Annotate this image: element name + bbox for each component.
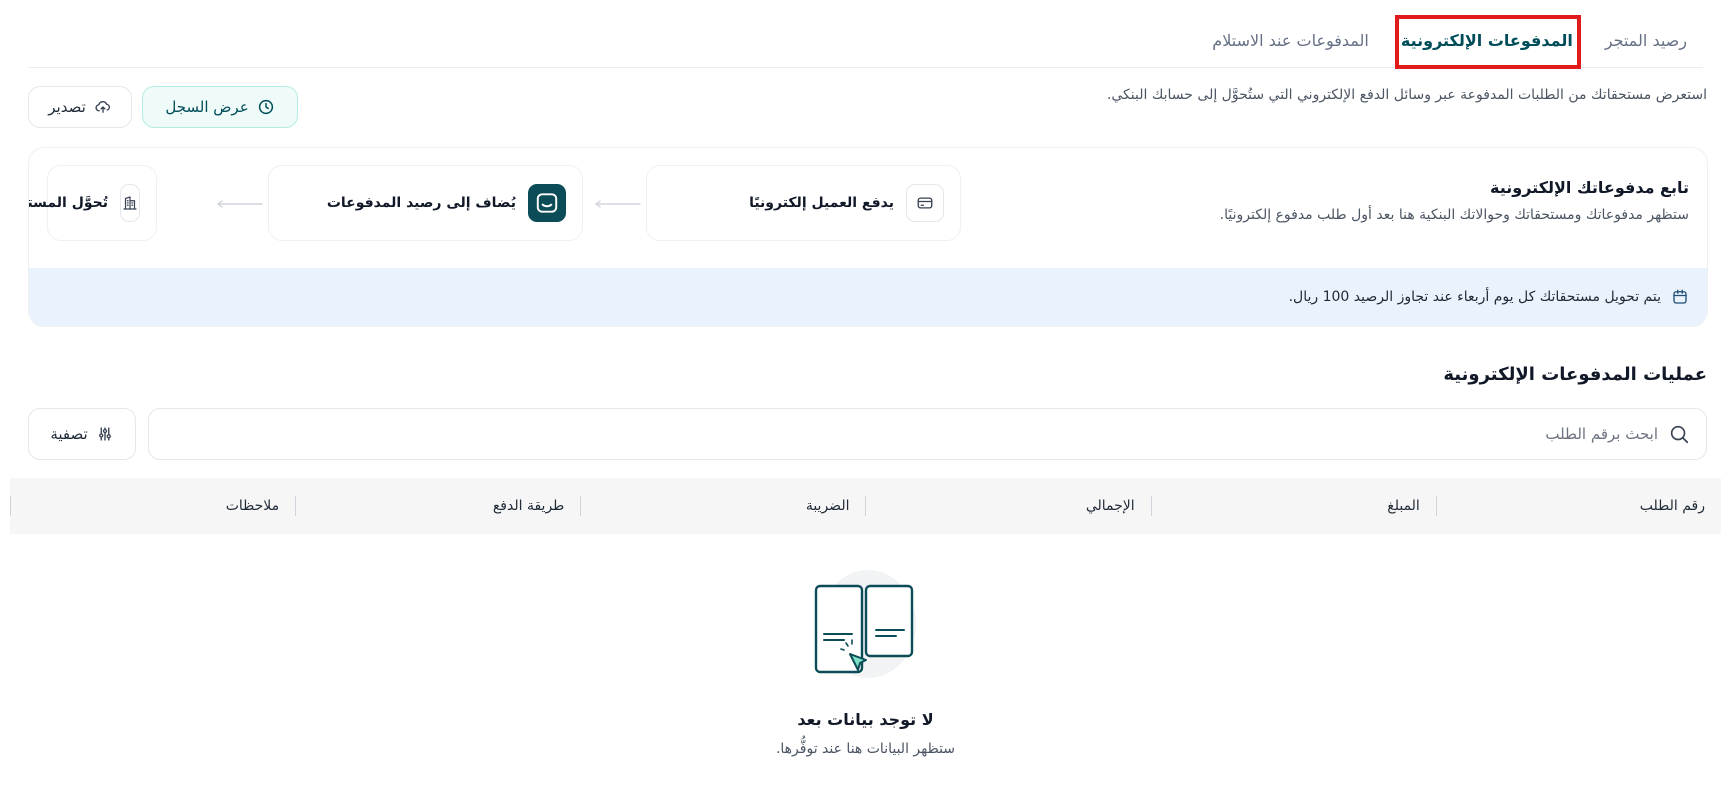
transfer-notice-text: يتم تحويل مستحقاتك كل يوم أربعاء عند تجا… [1288, 289, 1661, 305]
empty-state-subtitle: ستظهر البيانات هنا عند توفُّرها. [775, 741, 956, 757]
filter-button[interactable]: تصفية [28, 408, 136, 460]
arrow-left-icon [216, 200, 263, 208]
step-transfer-to-bank-label: تُحوَّل المستحقات إلى حسابك البنكي [28, 195, 108, 211]
view-history-button[interactable]: عرض السجل [142, 86, 298, 128]
order-search-input[interactable] [271, 425, 1658, 443]
step-customer-pays-label: يدفع العميل إلكترونيًا [749, 195, 894, 211]
column-header-order-number[interactable]: رقم الطلب [1435, 478, 1721, 534]
arrow-left-icon [594, 200, 641, 208]
transfer-notice: يتم تحويل مستحقاتك كل يوم أربعاء عند تجا… [29, 268, 1707, 326]
sliders-icon [98, 427, 111, 441]
info-card-subtitle: ستظهر مدفوعاتك ومستحقاتك وحوالاتك البنكي… [1219, 207, 1689, 223]
export-button[interactable]: تصدير [28, 86, 132, 128]
payments-info-card: تابع مدفوعاتك الإلكترونية ستظهر مدفوعاتك… [28, 147, 1708, 327]
step-added-to-balance-label: يُضاف إلى رصيد المدفوعات [326, 195, 516, 211]
column-header-amount[interactable]: المبلغ [1150, 478, 1436, 534]
step-customer-pays: يدفع العميل إلكترونيًا [646, 165, 961, 241]
tab-electronic-payments[interactable]: المدفوعات الإلكترونية [1385, 14, 1589, 69]
search-icon [1670, 425, 1689, 444]
filter-label: تصفية [50, 425, 88, 443]
cloud-upload-icon [95, 101, 110, 113]
tab-bar: رصيد المتجر المدفوعات الإلكترونية المدفو… [28, 14, 1703, 69]
clock-icon [258, 99, 273, 115]
transactions-title: عمليات المدفوعات الإلكترونية [1443, 364, 1707, 385]
export-label: تصدير [48, 98, 86, 116]
page: رصيد المتجر المدفوعات الإلكترونية المدفو… [0, 0, 1731, 787]
brand-icon [528, 184, 566, 222]
column-header-tax[interactable]: الضريبة [580, 478, 865, 534]
column-header-payment-method[interactable]: طريقة الدفع [295, 478, 580, 534]
order-search-box[interactable] [148, 408, 1707, 460]
page-description: استعرض مستحقاتك من الطلبات المدفوعة عبر … [1106, 87, 1707, 103]
card-icon [906, 184, 944, 222]
tab-cash-on-delivery[interactable]: المدفوعات عند الاستلام [1196, 14, 1385, 68]
transactions-table-header: رقم الطلب المبلغ الإجمالي الضريبة طريقة … [9, 478, 1721, 534]
column-header-notes[interactable]: ملاحظات [9, 478, 295, 534]
step-transfer-to-bank: تُحوَّل المستحقات إلى حسابك البنكي [29, 165, 157, 241]
column-header-total[interactable]: الإجمالي [865, 478, 1150, 534]
info-card-title: تابع مدفوعاتك الإلكترونية [1490, 178, 1689, 197]
empty-state-title: لا توجد بيانات بعد [797, 710, 934, 729]
step-added-to-balance: يُضاف إلى رصيد المدفوعات [268, 165, 583, 241]
bank-icon [120, 184, 140, 222]
view-history-label: عرض السجل [165, 98, 249, 116]
empty-state-illustration [814, 570, 916, 678]
calendar-icon [1673, 289, 1687, 304]
tab-store-balance[interactable]: رصيد المتجر [1589, 14, 1703, 68]
